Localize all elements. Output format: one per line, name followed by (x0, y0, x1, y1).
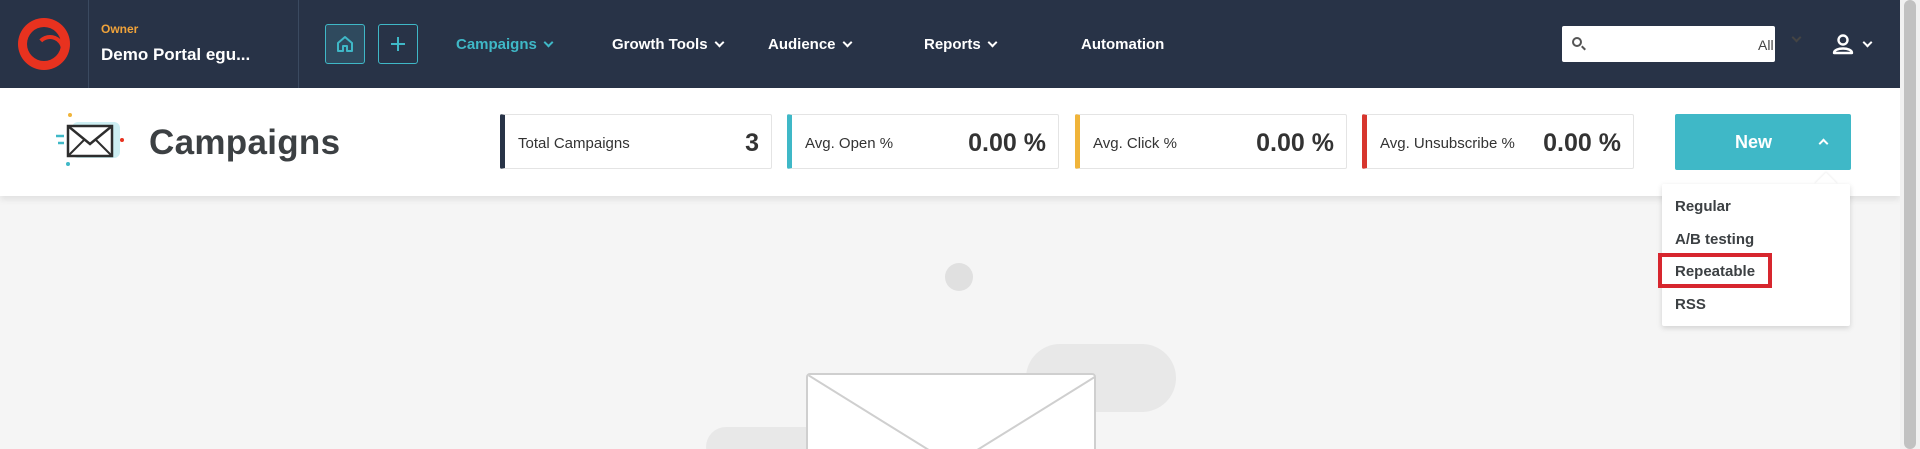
portal-name[interactable]: Demo Portal egu... (101, 45, 250, 65)
menu-item-ab-testing[interactable]: A/B testing (1675, 231, 1754, 248)
menu-item-regular[interactable]: Regular (1675, 198, 1731, 215)
stat-label: Avg. Open % (805, 135, 894, 152)
home-icon (337, 36, 353, 52)
page-title: Campaigns (149, 123, 341, 162)
empty-state-envelope-icon (806, 373, 1096, 449)
chevron-down-icon (1862, 37, 1873, 47)
stat-value: 3 (745, 129, 759, 157)
page-header: Campaigns Total Campaigns 3 Avg. Open % … (0, 88, 1900, 196)
add-button[interactable] (378, 24, 418, 64)
chevron-down-icon[interactable] (1791, 32, 1802, 43)
nav-audience-label: Audience (768, 36, 836, 53)
nav-divider (298, 0, 299, 88)
scrollbar[interactable] (1900, 0, 1920, 449)
nav-automation-label: Automation (1081, 36, 1165, 53)
stat-avg-open: Avg. Open % 0.00 % (787, 114, 1059, 169)
nav-reports-label: Reports (924, 36, 981, 53)
sendinblue-logo-icon[interactable] (18, 18, 70, 70)
nav-reports[interactable]: Reports (924, 36, 998, 53)
user-icon (1832, 34, 1854, 55)
search-input[interactable] (1588, 32, 1708, 56)
chevron-down-icon (987, 37, 998, 48)
stat-avg-click: Avg. Click % 0.00 % (1075, 114, 1347, 169)
stat-value: 0.00 % (1256, 129, 1334, 157)
stat-avg-unsubscribe: Avg. Unsubscribe % 0.00 % (1362, 114, 1634, 169)
stat-label: Avg. Click % (1093, 135, 1177, 152)
top-navbar: Owner Demo Portal egu... Campaigns Growt… (0, 0, 1900, 88)
home-button[interactable] (325, 24, 365, 64)
search-icon (1572, 37, 1582, 47)
new-campaign-button[interactable]: New (1675, 114, 1851, 170)
nav-divider (88, 0, 89, 88)
chevron-up-icon (1818, 138, 1829, 149)
stat-label: Total Campaigns (518, 135, 630, 152)
scrollbar-thumb[interactable] (1904, 0, 1916, 449)
nav-audience[interactable]: Audience (768, 36, 852, 53)
nav-growth-tools-label: Growth Tools (612, 36, 708, 53)
envelope-icon (56, 113, 124, 166)
stat-total-campaigns: Total Campaigns 3 (500, 114, 772, 169)
chevron-down-icon (543, 37, 554, 48)
decorative-dot (945, 263, 973, 291)
nav-automation[interactable]: Automation (1081, 36, 1164, 53)
stat-value: 0.00 % (968, 129, 1046, 157)
chevron-down-icon (714, 37, 724, 48)
nav-campaigns-label: Campaigns (456, 36, 537, 53)
new-button-label: New (1735, 132, 1773, 152)
user-menu[interactable] (1832, 30, 1880, 58)
plus-icon (391, 37, 405, 51)
nav-growth-tools[interactable]: Growth Tools (612, 36, 724, 53)
stat-value: 0.00 % (1543, 129, 1621, 157)
search-box[interactable] (1562, 26, 1775, 62)
menu-item-rss[interactable]: RSS (1675, 296, 1706, 313)
nav-campaigns[interactable]: Campaigns (456, 36, 554, 53)
stat-label: Avg. Unsubscribe % (1380, 135, 1515, 152)
owner-label: Owner (101, 22, 139, 36)
search-scope-select[interactable]: All (1758, 37, 1774, 53)
chevron-down-icon (842, 37, 852, 48)
highlight-box (1658, 253, 1772, 288)
